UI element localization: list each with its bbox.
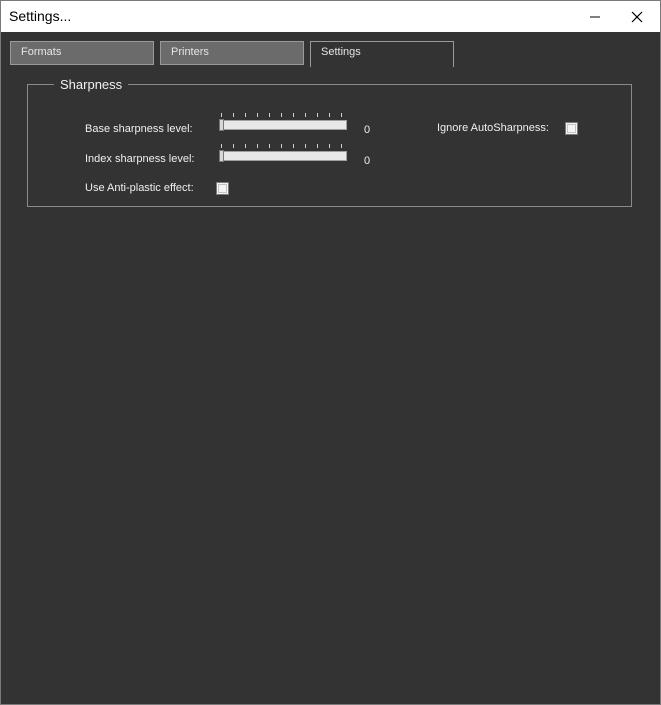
index-slider-thumb[interactable]	[219, 150, 224, 162]
minimize-icon	[590, 16, 600, 17]
tab-formats[interactable]: Formats	[10, 41, 154, 65]
index-sharpness-label: Index sharpness level:	[85, 153, 195, 165]
index-sharpness-value: 0	[364, 155, 371, 167]
tab-settings[interactable]: Settings	[310, 41, 454, 67]
close-icon	[631, 11, 643, 22]
tab-strip: Formats Printers Settings	[1, 32, 660, 67]
close-button[interactable]	[614, 1, 660, 32]
sharpness-group-title: Sharpness	[54, 77, 129, 92]
base-slider-thumb[interactable]	[219, 119, 224, 131]
index-sharpness-slider[interactable]	[219, 144, 347, 162]
base-sharpness-value: 0	[364, 124, 371, 136]
sharpness-groupbox: Sharpness Base sharpness level: 0 Index …	[27, 77, 632, 207]
anti-plastic-checkbox[interactable]	[216, 182, 229, 195]
anti-plastic-label: Use Anti-plastic effect:	[85, 182, 194, 194]
minimize-button[interactable]	[572, 1, 618, 32]
ignore-autosharpness-checkbox[interactable]	[565, 122, 578, 135]
base-slider-ticks	[219, 113, 347, 118]
title-bar: Settings...	[1, 1, 660, 32]
index-slider-ticks	[219, 144, 347, 149]
index-slider-track	[219, 151, 347, 161]
base-slider-track	[219, 120, 347, 130]
tab-printers[interactable]: Printers	[160, 41, 304, 65]
ignore-autosharpness-label: Ignore AutoSharpness:	[437, 122, 549, 134]
base-sharpness-label: Base sharpness level:	[85, 123, 193, 135]
window-title: Settings...	[9, 8, 72, 24]
settings-window: Settings... Formats Printers Settings Sh…	[0, 0, 661, 705]
base-sharpness-slider[interactable]	[219, 113, 347, 131]
